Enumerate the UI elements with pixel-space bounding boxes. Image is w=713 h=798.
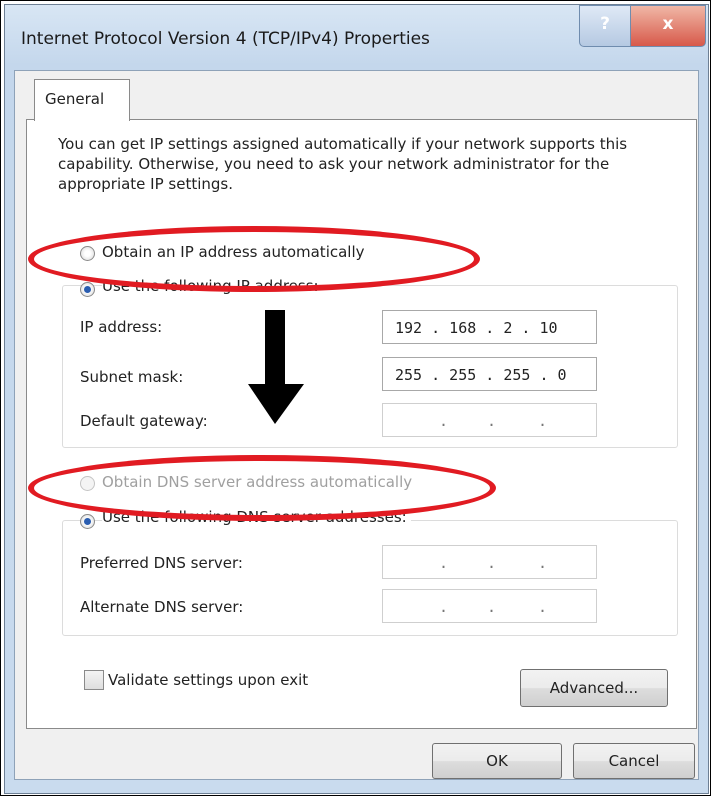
obtain-ip-auto-label[interactable]: Obtain an IP address automatically	[102, 243, 365, 261]
help-button[interactable]: ?	[579, 5, 631, 47]
down-arrow-icon	[248, 310, 304, 424]
description-text: You can get IP settings assigned automat…	[58, 135, 628, 193]
close-icon: x	[662, 14, 674, 34]
obtain-dns-auto-label[interactable]: Obtain DNS server address automatically	[102, 473, 412, 491]
alternate-dns-label: Alternate DNS server:	[80, 598, 244, 616]
ip-address-field[interactable]: 192 . 168 . 2 . 10	[382, 310, 597, 344]
use-following-ip-label[interactable]: Use the following IP address:	[102, 277, 323, 295]
cancel-button[interactable]: Cancel	[573, 743, 695, 779]
advanced-button[interactable]: Advanced...	[520, 669, 668, 707]
preferred-dns-dot: .	[439, 554, 449, 572]
dialog-title: Internet Protocol Version 4 (TCP/IPv4) P…	[21, 29, 430, 49]
alternate-dns-dot: .	[439, 598, 449, 616]
alternate-dns-dot: .	[487, 598, 497, 616]
help-icon: ?	[600, 14, 610, 34]
obtain-ip-auto-radio[interactable]	[80, 246, 95, 261]
validate-label[interactable]: Validate settings upon exit	[108, 671, 308, 689]
ip-address-value: 192 . 168 . 2 . 10	[395, 319, 558, 337]
alternate-dns-dot: .	[538, 598, 548, 616]
ip-address-label: IP address:	[80, 318, 163, 336]
preferred-dns-field[interactable]: . . .	[382, 545, 597, 579]
tab-general-label: General	[45, 90, 105, 108]
gateway-dot: .	[487, 412, 497, 430]
gateway-dot: .	[538, 412, 548, 430]
tab-general[interactable]: General	[34, 79, 130, 121]
alternate-dns-field[interactable]: . . .	[382, 589, 597, 623]
ok-button[interactable]: OK	[432, 743, 562, 779]
use-following-ip-radio[interactable]	[80, 282, 95, 297]
subnet-mask-value: 255 . 255 . 255 . 0	[395, 366, 567, 384]
subnet-mask-field[interactable]: 255 . 255 . 255 . 0	[382, 357, 597, 391]
preferred-dns-dot: .	[487, 554, 497, 572]
use-following-dns-label[interactable]: Use the following DNS server addresses:	[102, 508, 411, 526]
obtain-dns-auto-radio[interactable]	[80, 476, 95, 491]
close-button[interactable]: x	[630, 5, 706, 47]
default-gateway-field[interactable]: . . .	[382, 403, 597, 437]
preferred-dns-dot: .	[538, 554, 548, 572]
gateway-dot: .	[439, 412, 449, 430]
subnet-mask-label: Subnet mask:	[80, 368, 184, 386]
validate-checkbox[interactable]	[84, 670, 104, 690]
preferred-dns-label: Preferred DNS server:	[80, 554, 243, 572]
default-gateway-label: Default gateway:	[80, 412, 208, 430]
use-following-dns-radio[interactable]	[80, 514, 95, 529]
